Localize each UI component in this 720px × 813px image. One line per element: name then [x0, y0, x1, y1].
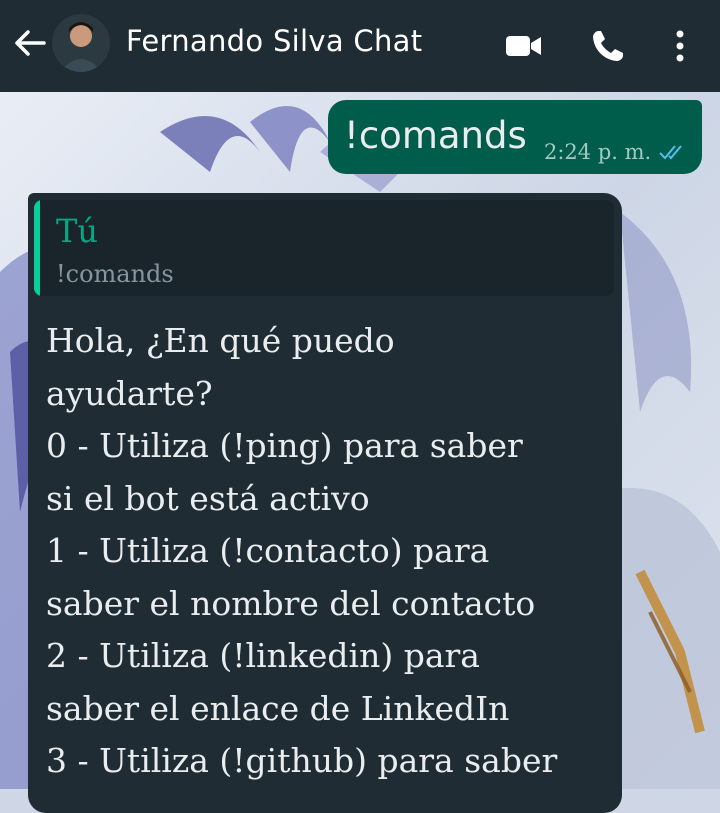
message-timestamp: 2:24 p. m.: [544, 140, 652, 164]
outgoing-message-text: !comands: [344, 114, 527, 157]
quote-accent-bar: [34, 200, 40, 296]
message-line: 2 - Utiliza (!linkedin) para: [46, 636, 480, 675]
message-line: si el bot está activo: [46, 478, 370, 518]
message-line: saber el enlace de LinkedIn: [46, 688, 510, 728]
incoming-message[interactable]: Tú !comands Hola, ¿En qué puedo ayudarte…: [28, 193, 622, 813]
double-check-icon: [659, 145, 682, 160]
message-line: ayudarte?: [46, 373, 213, 413]
more-options-icon[interactable]: [660, 26, 700, 66]
chat-header: Fernando Silva Chat: [0, 0, 720, 92]
avatar[interactable]: [52, 14, 110, 72]
quote-text: !comands: [56, 260, 174, 288]
message-line: Hola, ¿En qué puedo: [46, 321, 395, 360]
outgoing-message[interactable]: !comands 2:24 p. m.: [328, 100, 702, 174]
message-line: 1 - Utiliza (!contacto) para: [46, 531, 490, 570]
chat-title[interactable]: Fernando Silva Chat: [126, 24, 422, 58]
phone-icon[interactable]: [588, 26, 628, 66]
quote-author: Tú: [56, 212, 98, 250]
quoted-message[interactable]: Tú !comands: [34, 200, 614, 296]
message-line: 0 - Utiliza (!ping) para saber: [46, 426, 523, 465]
message-line: saber el nombre del contacto: [46, 583, 536, 623]
incoming-message-text: Hola, ¿En qué puedo ayudarte? 0 - Utiliz…: [46, 315, 616, 788]
message-line: 3 - Utiliza (!github) para saber: [46, 741, 558, 780]
video-call-icon[interactable]: [504, 26, 544, 66]
back-arrow-icon[interactable]: [12, 28, 48, 58]
